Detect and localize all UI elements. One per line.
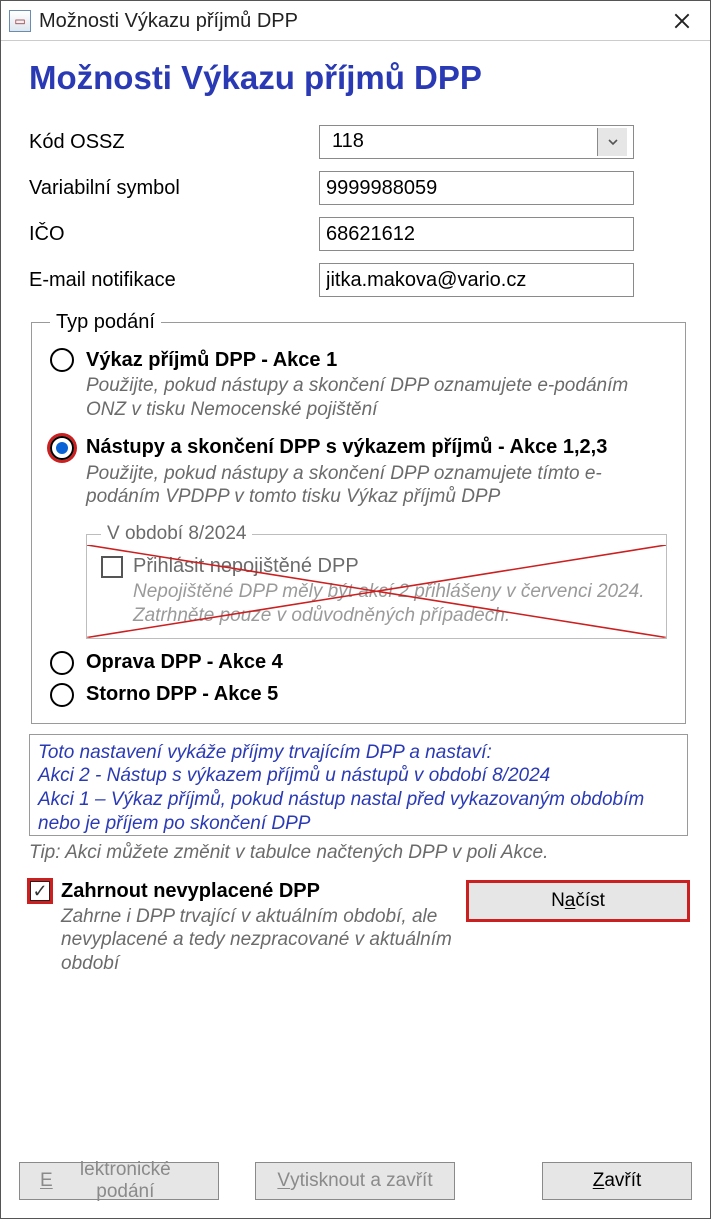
- info-box: Toto nastavení vykáže příjmy trvajícím D…: [29, 734, 688, 836]
- epodani-button[interactable]: Elektronické podání: [19, 1162, 219, 1200]
- window-title: Možnosti Výkazu příjmů DPP: [39, 11, 658, 31]
- content-area: Možnosti Výkazu příjmů DPP Kód OSSZ 118 …: [1, 41, 710, 1150]
- checkbox-prihlasit-label: Přihlásit nepojištěné DPP: [133, 555, 359, 578]
- info-line3: Akci 1 – Výkaz příjmů, pokud nástup nast…: [38, 788, 679, 836]
- input-email[interactable]: [319, 263, 634, 297]
- info-line2: Akci 2 - Nástup s výkazem příjmů u nástu…: [38, 764, 679, 788]
- radio-akce4-label: Oprava DPP - Akce 4: [86, 651, 283, 674]
- radio-akce123-help: Použijte, pokud nástupy a skončení DPP o…: [86, 462, 667, 510]
- group-typ-podani: Typ podání Výkaz příjmů DPP - Akce 1 Pou…: [31, 311, 686, 724]
- radio-item-akce4: Oprava DPP - Akce 4: [50, 651, 667, 675]
- radio-akce5[interactable]: [50, 683, 74, 707]
- row-email: E-mail notifikace: [29, 263, 688, 297]
- radio-akce1-label: Výkaz příjmů DPP - Akce 1: [86, 349, 337, 372]
- combo-ossz[interactable]: 118: [319, 125, 634, 159]
- input-varsym[interactable]: [319, 171, 634, 205]
- radio-item-akce1: Výkaz příjmů DPP - Akce 1 Použijte, poku…: [50, 348, 667, 422]
- input-ico[interactable]: [319, 217, 634, 251]
- radio-akce4[interactable]: [50, 651, 74, 675]
- label-email: E-mail notifikace: [29, 269, 319, 292]
- label-varsym: Variabilní symbol: [29, 177, 319, 200]
- combo-ossz-value: 118: [326, 128, 597, 156]
- radio-item-akce123: Nástupy a skončení DPP s výkazem příjmů …: [50, 436, 667, 639]
- checkbox-prihlasit-nepojistene[interactable]: [101, 556, 123, 578]
- checkbox-prihlasit-help: Nepojištěné DPP měly být akcí 2 přihláše…: [133, 580, 652, 628]
- radio-akce1[interactable]: [50, 348, 74, 372]
- checkbox-zahrnout-label: Zahrnout nevyplacené DPP: [61, 880, 320, 903]
- radio-akce1-help: Použijte, pokud nástupy a skončení DPP o…: [86, 374, 667, 422]
- info-line1: Toto nastavení vykáže příjmy trvajícím D…: [38, 741, 679, 765]
- chevron-down-icon[interactable]: [597, 128, 627, 156]
- row-ossz: Kód OSSZ 118: [29, 125, 688, 159]
- radio-akce5-label: Storno DPP - Akce 5: [86, 683, 278, 706]
- legend-typ: Typ podání: [50, 311, 161, 334]
- window-frame: ▭ Možnosti Výkazu příjmů DPP Možnosti Vý…: [0, 0, 711, 1219]
- footer-buttons: Elektronické podání Vytisknout a zavřít …: [1, 1150, 710, 1218]
- radio-akce123-label: Nástupy a skončení DPP s výkazem příjmů …: [86, 436, 607, 459]
- print-close-button[interactable]: Vytisknout a zavřít: [255, 1162, 455, 1200]
- page-title: Možnosti Výkazu příjmů DPP: [29, 59, 688, 97]
- app-icon: ▭: [9, 10, 31, 32]
- row-varsym: Variabilní symbol: [29, 171, 688, 205]
- radio-item-akce5: Storno DPP - Akce 5: [50, 683, 667, 707]
- row-include: Zahrnout nevyplacené DPP Zahrne i DPP tr…: [29, 880, 688, 976]
- titlebar: ▭ Možnosti Výkazu příjmů DPP: [1, 1, 710, 41]
- label-ico: IČO: [29, 223, 319, 246]
- label-ossz: Kód OSSZ: [29, 131, 319, 154]
- checkbox-zahrnout-help: Zahrne i DPP trvající v aktuálním období…: [61, 905, 468, 976]
- load-button[interactable]: Načíst: [468, 882, 688, 920]
- row-ico: IČO: [29, 217, 688, 251]
- tip-text: Tip: Akci můžete změnit v tabulce načten…: [29, 842, 688, 864]
- legend-period: V období 8/2024: [101, 523, 252, 545]
- group-period: V období 8/2024 Přihlásit nepojištěné DP…: [86, 523, 667, 639]
- close-icon[interactable]: [658, 1, 706, 41]
- close-button[interactable]: Zavřít: [542, 1162, 692, 1200]
- radio-akce123[interactable]: [50, 436, 74, 460]
- checkbox-zahrnout-nevyplacene[interactable]: [29, 880, 51, 902]
